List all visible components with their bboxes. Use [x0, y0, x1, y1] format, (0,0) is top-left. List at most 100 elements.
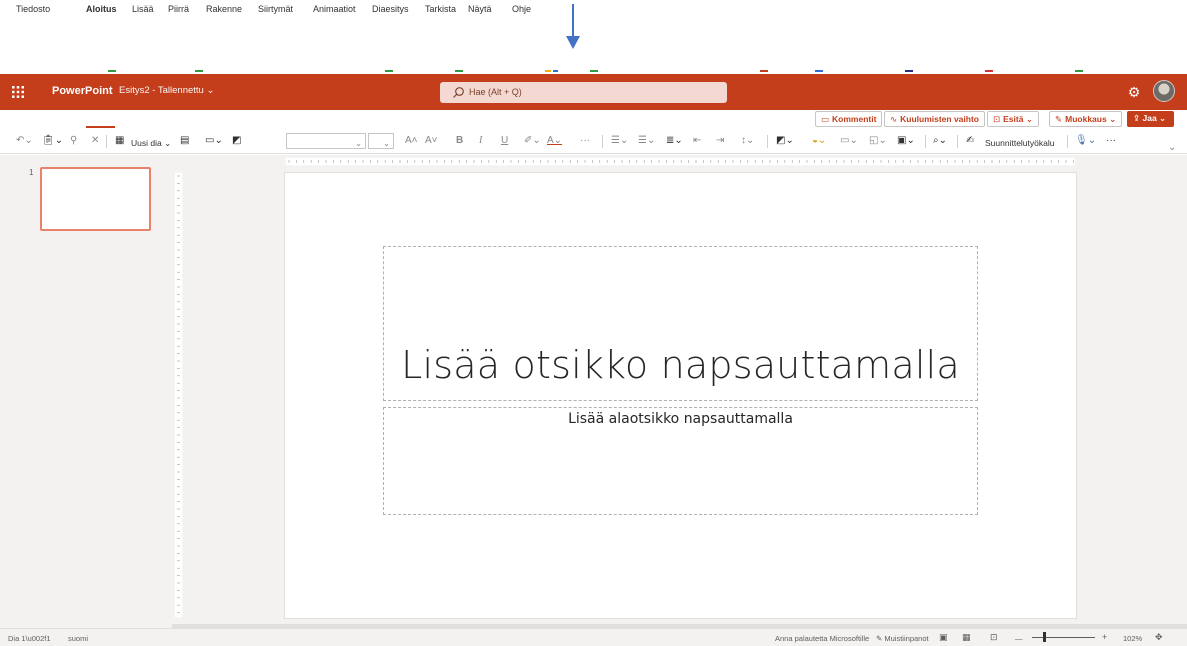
notes-label: Muistiinpanot	[884, 634, 929, 643]
pulse-icon: ∿	[890, 114, 898, 124]
active-tab-indicator	[86, 126, 115, 128]
title-placeholder-text[interactable]: Lisää otsikko napsauttamalla	[384, 343, 977, 387]
vertical-ruler	[174, 172, 183, 618]
down-arrow-annotation	[566, 4, 580, 49]
slideshow-view-icon[interactable]: ⊡	[990, 632, 998, 643]
status-bar	[0, 628, 1187, 646]
arrange-icon[interactable]: ◱⌄	[869, 134, 887, 148]
zoom-slider-thumb[interactable]	[1043, 632, 1046, 642]
toolbar-separator	[1067, 135, 1068, 148]
subtitle-placeholder-text[interactable]: Lisää alaotsikko napsauttamalla	[384, 411, 977, 427]
find-icon[interactable]: ⌕⌄	[933, 134, 947, 148]
slide-counter: Dia 1\u002f1	[8, 634, 51, 643]
app-name[interactable]: PowerPoint	[52, 85, 113, 97]
new-slide-icon[interactable]: ▦	[115, 134, 124, 148]
shrink-font-icon[interactable]: A˅	[425, 134, 438, 148]
layout-icon[interactable]: ▭⌄	[205, 134, 223, 148]
zoom-in-button[interactable]: +	[1102, 632, 1107, 642]
bullets-icon[interactable]: ☰⌄	[611, 134, 628, 148]
notes-icon: ✎	[876, 634, 883, 643]
slide-sorter-icon[interactable]: ▦	[962, 632, 971, 643]
editing-label: Muokkaus	[1065, 114, 1107, 124]
search-box[interactable]: Hae (Alt + Q)	[440, 82, 727, 103]
normal-view-icon[interactable]: ▣	[939, 632, 948, 643]
catch-up-button[interactable]: ∿ Kuulumisten vaihto	[884, 111, 985, 127]
toolbar-separator	[957, 135, 958, 148]
quick-styles-icon[interactable]: ▣⌄	[897, 134, 915, 148]
share-button[interactable]: ⇪ Jaa ⌄	[1127, 111, 1174, 127]
shapes-icon[interactable]: ◩⌄	[776, 134, 794, 148]
tab-transitions[interactable]: Siirtymät	[258, 4, 293, 14]
feedback-link[interactable]: Anna palautetta Microsoftille	[775, 634, 869, 643]
align-icon[interactable]: ≣⌄	[666, 134, 683, 148]
highlight-icon[interactable]: ✐⌄	[524, 134, 541, 148]
numbering-icon[interactable]: ☰⌄	[638, 134, 655, 148]
grow-font-icon[interactable]: A˄	[405, 134, 418, 148]
more-font-icon[interactable]: ···	[580, 134, 590, 148]
chevron-down-icon: ⌄	[206, 85, 215, 96]
tab-animations[interactable]: Animaatiot	[313, 4, 356, 14]
search-placeholder: Hae (Alt + Q)	[469, 87, 522, 97]
app-launcher-icon[interactable]	[10, 84, 26, 100]
slide-thumbnail[interactable]	[40, 167, 151, 231]
present-icon: ⊡	[993, 114, 1001, 124]
tab-help[interactable]: Ohje	[512, 4, 531, 14]
comments-label: Kommentit	[832, 114, 877, 124]
paste-icon[interactable]: 📋︎⌄	[42, 134, 63, 148]
tab-view[interactable]: Näytä	[468, 4, 492, 14]
user-avatar[interactable]	[1153, 80, 1175, 102]
zoom-level[interactable]: 102%	[1123, 634, 1142, 643]
horizontal-ruler	[285, 157, 1076, 166]
document-title-text: Esitys2 - Tallennettu	[119, 85, 204, 96]
font-color-icon[interactable]: A⌄	[547, 134, 562, 148]
chevron-down-icon: ⌄	[383, 138, 391, 148]
designer-button[interactable]: Suunnittelutyökalu	[985, 136, 1054, 150]
font-name-combobox[interactable]	[286, 133, 366, 149]
more-options-button[interactable]: ···	[1106, 134, 1116, 148]
language-indicator[interactable]: suomi	[68, 634, 88, 643]
reuse-slides-icon[interactable]: ▤	[180, 134, 189, 148]
increase-indent-icon[interactable]: ⇥	[716, 134, 724, 148]
zoom-slider[interactable]	[1032, 637, 1095, 638]
editing-mode-button[interactable]: ✎ Muokkaus ⌄	[1049, 111, 1123, 127]
comments-button[interactable]: ▭ Kommentit	[815, 111, 883, 127]
catch-up-label: Kuulumisten vaihto	[900, 114, 979, 124]
format-painter-icon[interactable]: ⚲	[70, 134, 77, 148]
chevron-down-icon: ⌄	[1025, 114, 1033, 124]
present-button[interactable]: ⊡ Esitä ⌄	[987, 111, 1039, 127]
document-title[interactable]: Esitys2 - Tallennettu ⌄	[119, 85, 214, 96]
tab-review[interactable]: Tarkista	[425, 4, 456, 14]
notes-button[interactable]: ✎ Muistiinpanot	[876, 634, 929, 643]
tab-draw[interactable]: Piirrä	[168, 4, 189, 14]
picture-icon[interactable]: ◩	[232, 134, 241, 148]
pencil-icon: ✎	[1055, 114, 1063, 124]
tab-insert[interactable]: Lisää	[132, 4, 154, 14]
clear-icon[interactable]: ✕	[91, 134, 99, 148]
slide-number: 1	[29, 168, 34, 177]
share-label: Jaa	[1142, 113, 1157, 123]
shape-fill-icon[interactable]: ◒⌄	[812, 134, 826, 148]
tab-slideshow[interactable]: Diaesitys	[372, 4, 409, 14]
tab-design[interactable]: Rakenne	[206, 4, 242, 14]
chevron-down-icon: ⌄	[355, 138, 363, 148]
undo-icon[interactable]: ↶⌄	[16, 134, 33, 148]
tab-file[interactable]: Tiedosto	[16, 4, 50, 14]
shape-outline-icon[interactable]: ▭⌄	[840, 134, 858, 148]
bold-icon[interactable]: B	[456, 134, 463, 148]
comment-icon: ▭	[821, 114, 830, 124]
decrease-indent-icon[interactable]: ⇤	[693, 134, 701, 148]
designer-icon[interactable]: ✍	[966, 134, 974, 148]
italic-icon[interactable]: I	[479, 134, 482, 148]
zoom-out-button[interactable]: —	[1015, 634, 1023, 643]
toolbar-separator	[602, 135, 603, 148]
expand-ribbon-icon[interactable]: ⌄	[1168, 141, 1176, 155]
toolbar-separator	[106, 135, 107, 148]
underline-icon[interactable]: U	[501, 134, 508, 148]
fit-to-window-icon[interactable]: ✥	[1155, 632, 1163, 643]
tab-home[interactable]: Aloitus	[86, 4, 117, 14]
line-spacing-icon[interactable]: ↕⌄	[741, 134, 754, 148]
dictate-icon[interactable]: 🎙︎⌄	[1075, 134, 1096, 148]
settings-gear-icon[interactable]: ⚙	[1126, 84, 1142, 100]
search-icon	[453, 87, 464, 98]
new-slide-button[interactable]: Uusi dia ⌄	[131, 136, 171, 150]
